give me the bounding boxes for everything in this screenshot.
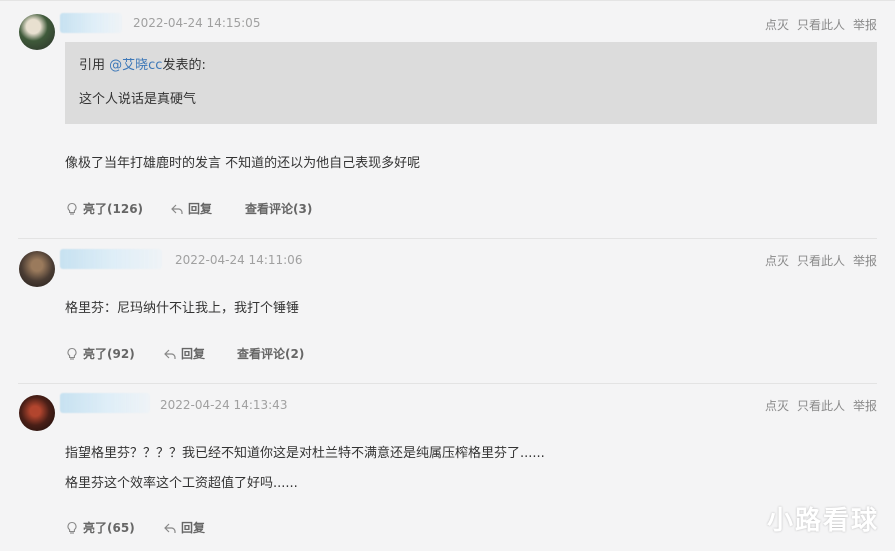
comment-text-line-2: 格里芬这个效率这个工资超值了好吗...... [65,476,298,491]
avatar[interactable] [19,395,55,431]
downvote-button[interactable]: 点灭 [765,399,789,413]
quote-header: 引用 @艾晓cc发表的: [79,54,206,73]
reply-label: 回复 [181,521,206,535]
view-comments-button[interactable]: 查看评论 (2) [237,345,304,362]
like-label: 亮了 [83,347,108,361]
like-label: 亮了 [83,202,108,216]
watermark-logo: 小路看球 [766,506,879,536]
report-button[interactable]: 举报 [853,254,877,268]
comment-ops: 点灭 只看此人 举报 [757,252,877,269]
only-this-user-button[interactable]: 只看此人 [797,399,845,413]
reply-arrow-icon [163,521,177,535]
reply-button[interactable]: 回复 [163,519,205,536]
like-count: (92) [107,346,135,361]
only-this-user-button[interactable]: 只看此人 [797,18,845,32]
comment-page: 2022-04-24 14:15:05 点灭 只看此人 举报 引用 @艾晓cc发表的… [0,0,895,551]
reply-arrow-icon [163,347,177,361]
comment-ops: 点灭 只看此人 举报 [757,397,877,414]
reply-arrow-icon [170,202,184,216]
comment-ops: 点灭 只看此人 举报 [757,16,877,33]
post-time: 2022-04-24 14:11:06 [175,253,303,267]
report-button[interactable]: 举报 [853,399,877,413]
like-count: (126) [107,201,144,216]
only-this-user-button[interactable]: 只看此人 [797,254,845,268]
comments-count: (3) [293,201,313,216]
comment-text-line-1: 指望格里芬？？？？我已经不知道你这是对杜兰特不满意还是纯属压榨格里芬了.....… [65,446,545,461]
quote-body: 这个人说话是真硬气 [79,92,197,107]
username-blurred[interactable] [60,249,162,269]
comment-text: 格里芬：尼玛纳什不让我上，我打个锤锤 [65,301,300,316]
like-count: (65) [107,520,135,535]
like-label: 亮了 [83,521,108,535]
report-button[interactable]: 举报 [853,18,877,32]
light-bulb-icon [65,347,79,361]
username-blurred[interactable] [60,13,122,33]
reply-button[interactable]: 回复 [170,200,212,217]
like-button[interactable]: 亮了 (92) [65,345,135,362]
like-button[interactable]: 亮了 (126) [65,200,143,217]
comment-text: 像极了当年打雄鹿时的发言 不知道的还以为他自己表现多好呢 [65,156,421,171]
reply-label: 回复 [181,347,206,361]
post-time: 2022-04-24 14:15:05 [133,16,261,30]
quote-suffix: 发表的: [162,58,206,73]
username-blurred[interactable] [60,393,150,413]
quote-block: 引用 @艾晓cc发表的: 这个人说话是真硬气 [65,42,877,124]
like-button[interactable]: 亮了 (65) [65,519,135,536]
comment-item: 2022-04-24 14:11:06 点灭 只看此人 举报 格里芬：尼玛纳什不让我… [0,239,895,383]
reply-label: 回复 [188,202,213,216]
view-comments-button[interactable]: 查看评论 (3) [245,200,312,217]
reply-button[interactable]: 回复 [163,345,205,362]
post-time: 2022-04-24 14:13:43 [160,398,288,412]
comments-count: (2) [285,346,305,361]
avatar[interactable] [19,251,55,287]
avatar[interactable] [19,14,55,50]
quoted-user-link[interactable]: @艾晓cc [109,58,162,73]
comment-item: 2022-04-24 14:13:43 点灭 只看此人 举报 指望格里芬？？？？我已… [0,384,895,551]
comment-item: 2022-04-24 14:15:05 点灭 只看此人 举报 引用 @艾晓cc发表的… [0,0,895,238]
quote-prefix: 引用 [79,58,110,73]
light-bulb-icon [65,202,79,216]
view-comments-label: 查看评论 [245,202,294,216]
downvote-button[interactable]: 点灭 [765,254,789,268]
light-bulb-icon [65,521,79,535]
view-comments-label: 查看评论 [237,347,286,361]
downvote-button[interactable]: 点灭 [765,18,789,32]
